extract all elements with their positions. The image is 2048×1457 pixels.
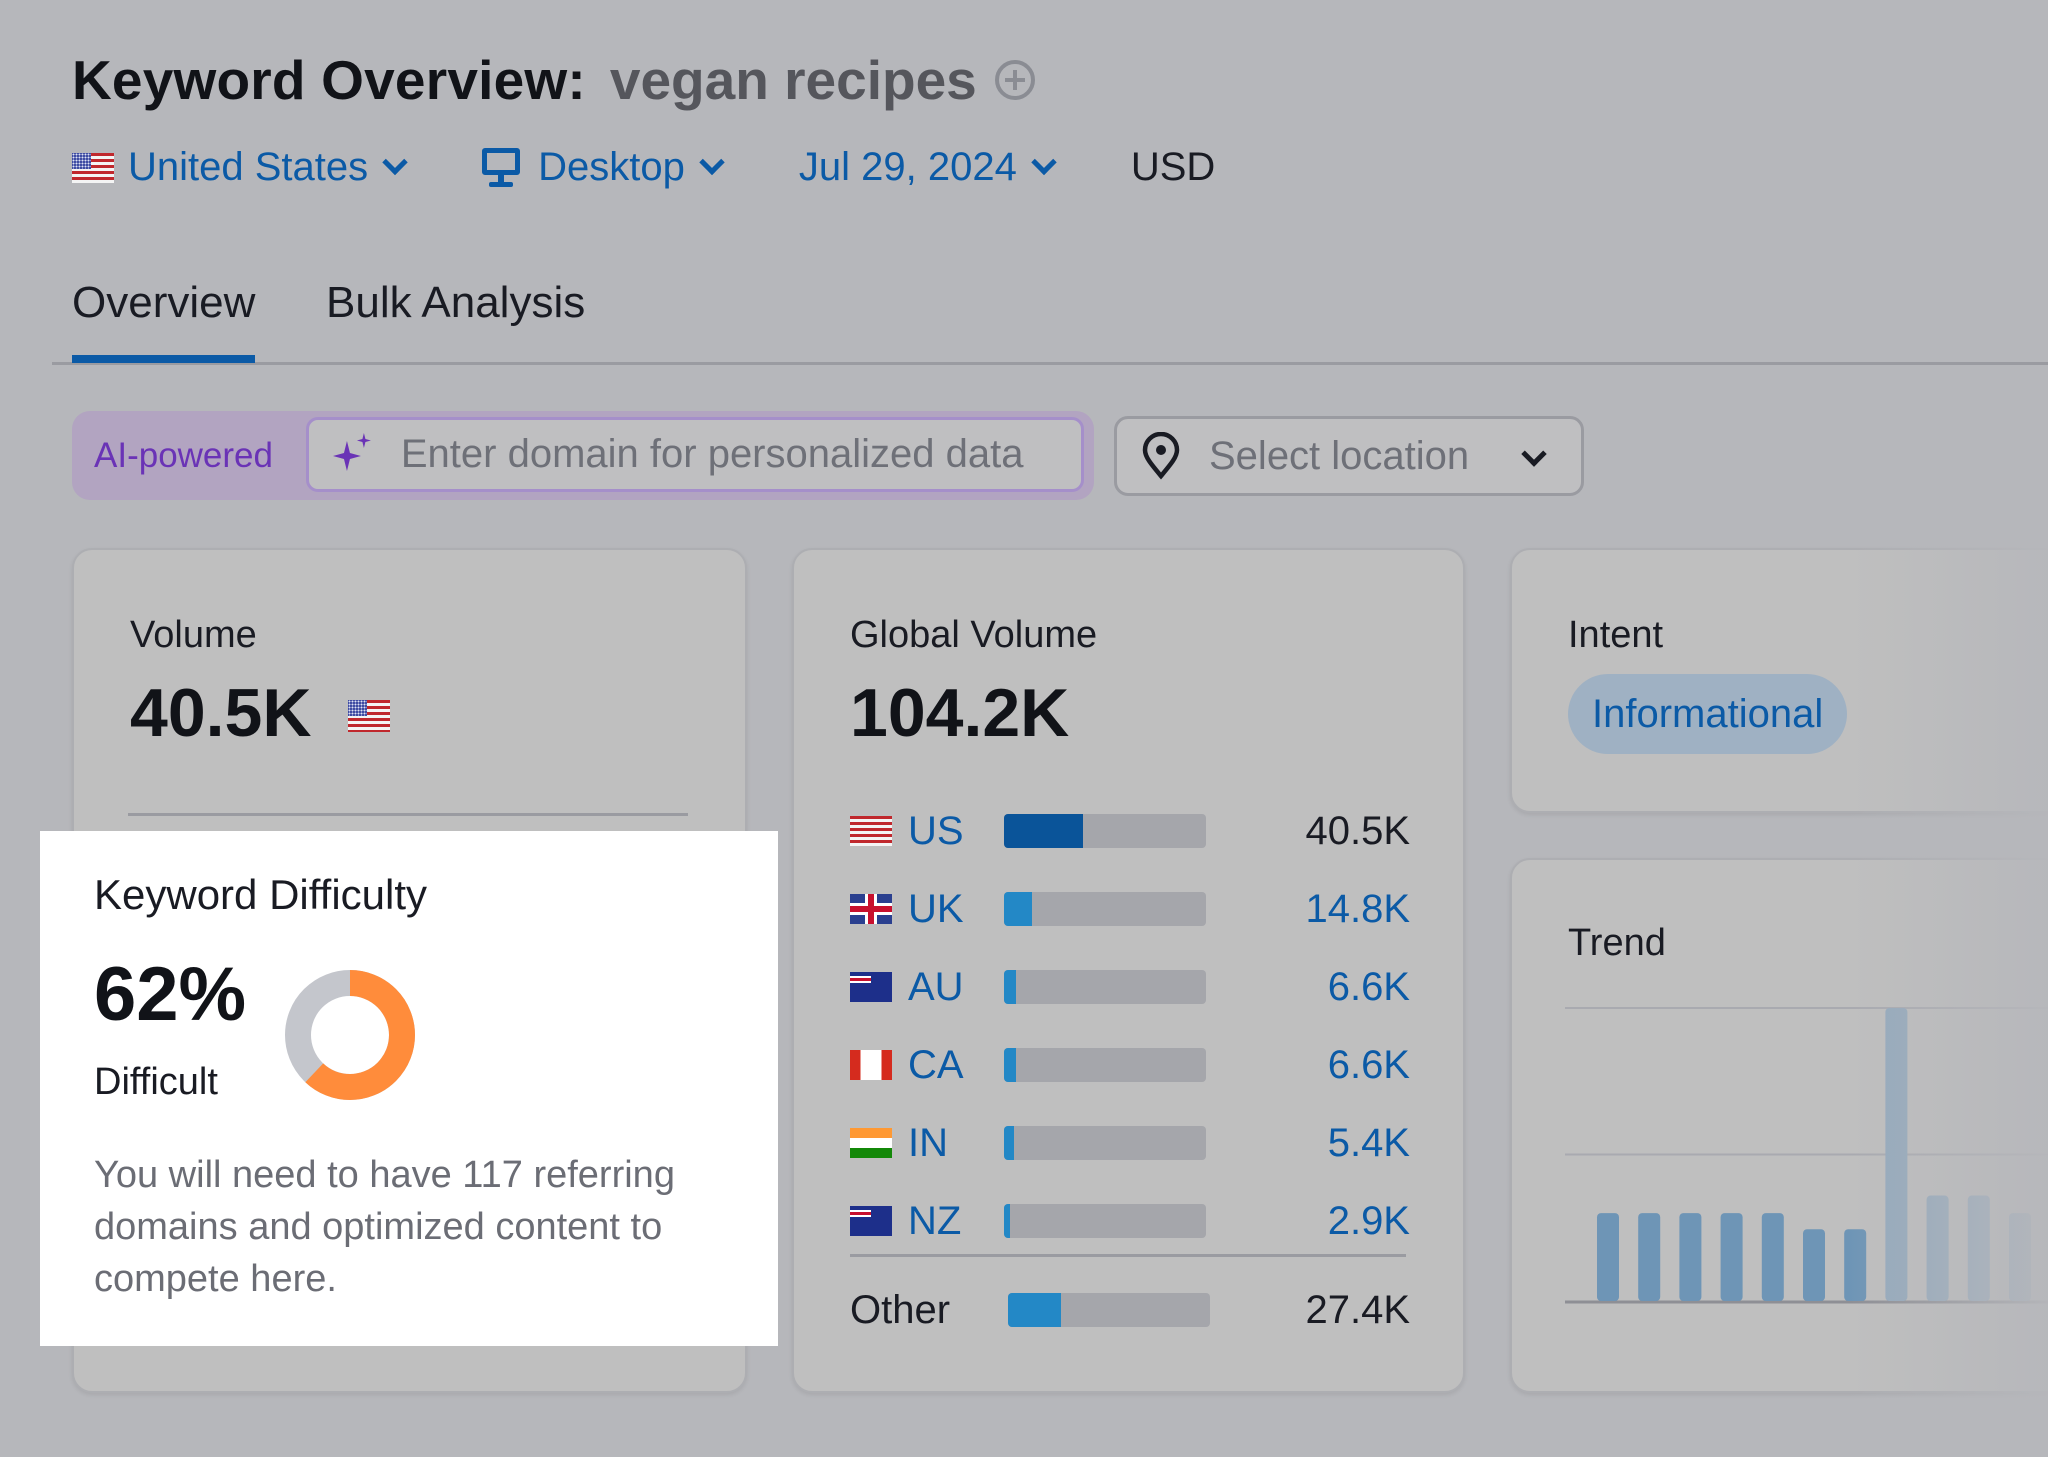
share-bar (1008, 1293, 1210, 1327)
share-bar-fill (1004, 892, 1033, 926)
share-bar-fill (1004, 1126, 1015, 1160)
ai-domain-search: AI-powered (72, 411, 1094, 500)
divider (128, 813, 688, 816)
share-bar (1004, 1126, 1206, 1160)
trend-bar[interactable] (1679, 1213, 1702, 1301)
location-placeholder: Select location (1209, 433, 1470, 478)
tab-bulk-analysis[interactable]: Bulk Analysis (326, 278, 585, 328)
trend-bar[interactable] (2009, 1213, 2031, 1301)
country-volume[interactable]: 6.6K (1328, 1043, 1410, 1088)
domain-input-wrapper (306, 417, 1084, 492)
share-bar-fill (1008, 1293, 1061, 1327)
trend-bar[interactable] (1720, 1213, 1743, 1301)
trend-bar[interactable] (1597, 1213, 1619, 1301)
trend-bar[interactable] (1803, 1229, 1825, 1301)
country-row-au: AU 6.6K (850, 965, 1410, 1010)
date-label: Jul 29, 2024 (798, 145, 1017, 189)
filter-bar: United States Desktop Jul 29, 2024 USD (72, 145, 1215, 190)
share-bar-fill (1004, 1204, 1011, 1238)
country-row-nz: NZ 2.9K (850, 1199, 1410, 1244)
country-volume[interactable]: 2.9K (1328, 1199, 1410, 1244)
chevron-down-icon (1521, 441, 1547, 467)
trend-bar[interactable] (1967, 1195, 1990, 1301)
country-row-in: IN 5.4K (850, 1121, 1410, 1166)
share-bar-fill (1004, 814, 1083, 848)
global-volume-value: 104.2K (850, 675, 1070, 751)
keyword-name: vegan recipes (609, 49, 977, 111)
page-header: Keyword Overview: vegan recipes (72, 48, 1035, 112)
trend-bar[interactable] (1761, 1213, 1784, 1301)
chevron-down-icon (382, 149, 408, 175)
volume-label: Volume (130, 614, 257, 656)
tab-bar: Overview Bulk Analysis (52, 270, 2048, 365)
share-bar (1004, 892, 1206, 926)
country-row-us: US 40.5K (850, 808, 1410, 854)
intent-badge: Informational (1568, 674, 1848, 754)
trend-label: Trend (1568, 922, 1666, 964)
currency-label: USD (1130, 145, 1216, 189)
country-dropdown[interactable]: United States (72, 145, 408, 190)
tab-overview[interactable]: Overview (72, 278, 256, 363)
share-bar (1004, 814, 1206, 848)
trend-bar[interactable] (1844, 1229, 1867, 1301)
sparkle-icon (332, 432, 371, 471)
country-code[interactable]: AU (908, 965, 1004, 1010)
in-flag-icon (850, 1128, 892, 1158)
chevron-down-icon (1031, 149, 1057, 175)
country-volume[interactable]: 5.4K (1328, 1121, 1410, 1166)
country-code[interactable]: NZ (908, 1199, 1004, 1244)
date-dropdown[interactable]: Jul 29, 2024 (798, 145, 1057, 190)
kd-label: Keyword Difficulty (94, 871, 428, 918)
device-label: Desktop (538, 145, 685, 189)
domain-input[interactable] (398, 431, 1081, 478)
kd-description: You will need to have 117 referring doma… (94, 1154, 675, 1300)
uk-flag-icon (850, 894, 892, 924)
other-volume: 27.4K (1305, 1287, 1410, 1332)
divider (850, 1254, 1406, 1257)
device-dropdown[interactable]: Desktop (482, 145, 725, 190)
us-flag-icon (348, 700, 390, 732)
plus-circle-icon[interactable] (994, 60, 1035, 100)
ai-powered-badge: AI-powered (94, 435, 273, 475)
country-code[interactable]: UK (908, 887, 1004, 932)
share-bar (1004, 1204, 1206, 1238)
kd-donut-chart (285, 970, 415, 1100)
country-volume[interactable]: 6.6K (1328, 965, 1410, 1010)
kd-value: 62% (94, 952, 247, 1037)
volume-value: 40.5K (130, 675, 312, 751)
chevron-down-icon (699, 149, 725, 175)
location-select[interactable]: Select location (1114, 416, 1584, 496)
global-volume-label: Global Volume (850, 614, 1098, 656)
page-title: Keyword Overview: (72, 49, 586, 111)
intent-label: Intent (1568, 614, 1664, 656)
country-row-uk: UK 14.8K (850, 887, 1410, 932)
nz-flag-icon (850, 1206, 892, 1236)
ca-flag-icon (850, 1050, 892, 1080)
us-flag-icon (850, 816, 892, 846)
trend-bar[interactable] (1926, 1195, 1949, 1301)
country-row-ca: CA 6.6K (850, 1043, 1410, 1088)
keyword-difficulty-panel: Keyword Difficulty 62% Difficult You wil… (40, 831, 778, 1346)
trend-chart (1565, 1007, 2048, 1304)
country-row-other: Other 27.4K (850, 1287, 1410, 1332)
us-flag-icon (72, 152, 114, 183)
country-code[interactable]: US (908, 809, 1004, 854)
country-label: United States (128, 145, 369, 189)
desktop-icon (482, 147, 521, 188)
au-flag-icon (850, 972, 892, 1002)
other-label: Other (850, 1287, 951, 1332)
location-pin-icon (1142, 432, 1180, 480)
trend-bar[interactable] (1638, 1213, 1661, 1301)
share-bar (1004, 1048, 1206, 1082)
share-bar (1004, 970, 1206, 1004)
country-volume[interactable]: 14.8K (1305, 887, 1410, 932)
trend-bar[interactable] (1885, 1008, 1908, 1301)
country-code[interactable]: IN (908, 1121, 1004, 1166)
share-bar-fill (1004, 1048, 1017, 1082)
country-code[interactable]: CA (908, 1043, 1004, 1088)
kd-level: Difficult (94, 1061, 218, 1103)
country-volume: 40.5K (1305, 808, 1410, 853)
share-bar-fill (1004, 970, 1017, 1004)
